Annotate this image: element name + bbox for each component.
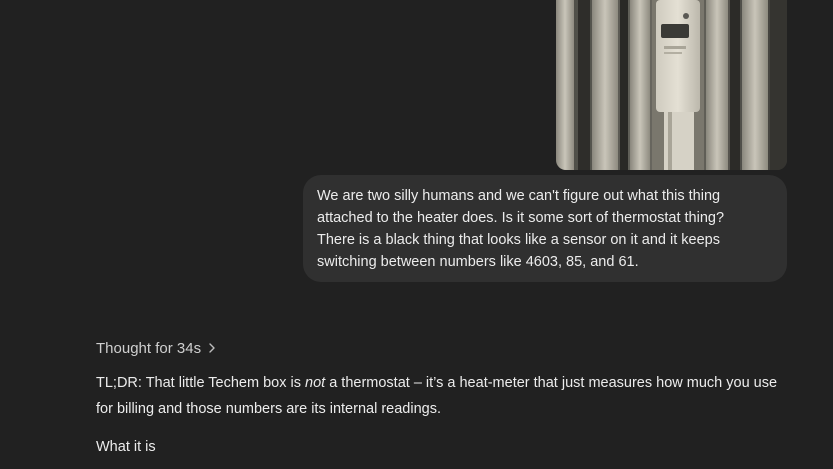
tldr-emphasis: not	[305, 375, 326, 391]
chat-page: We are two silly humans and we can't fig…	[0, 0, 833, 469]
section-heading: What it is	[96, 439, 156, 455]
tldr-paragraph: TL;DR: That little Techem box is not a t…	[96, 370, 796, 422]
thought-toggle[interactable]: Thought for 34s	[96, 338, 217, 358]
assistant-message: TL;DR: That little Techem box is not a t…	[96, 370, 796, 460]
heater-photo	[556, 0, 787, 170]
user-message-line: attached to the heater does. Is it some …	[317, 210, 725, 226]
user-message-line: switching between numbers like 4603, 85,…	[317, 254, 639, 270]
tldr-line-1: TL;DR: That little Techem box is not a t…	[96, 370, 796, 396]
tldr-suffix: a thermostat – it’s a heat-meter that ju…	[325, 375, 778, 391]
chevron-right-icon	[207, 341, 217, 355]
uploaded-image[interactable]	[556, 0, 787, 170]
thought-label: Thought for 34s	[96, 339, 202, 357]
tldr-line-2: for billing and those numbers are its in…	[96, 401, 441, 417]
tldr-prefix: TL;DR: That little Techem box is	[96, 375, 305, 391]
user-message-line: We are two silly humans and we can't fig…	[317, 188, 721, 204]
user-message-bubble: We are two silly humans and we can't fig…	[303, 175, 787, 282]
user-message-line: There is a black thing that looks like a…	[317, 232, 720, 248]
